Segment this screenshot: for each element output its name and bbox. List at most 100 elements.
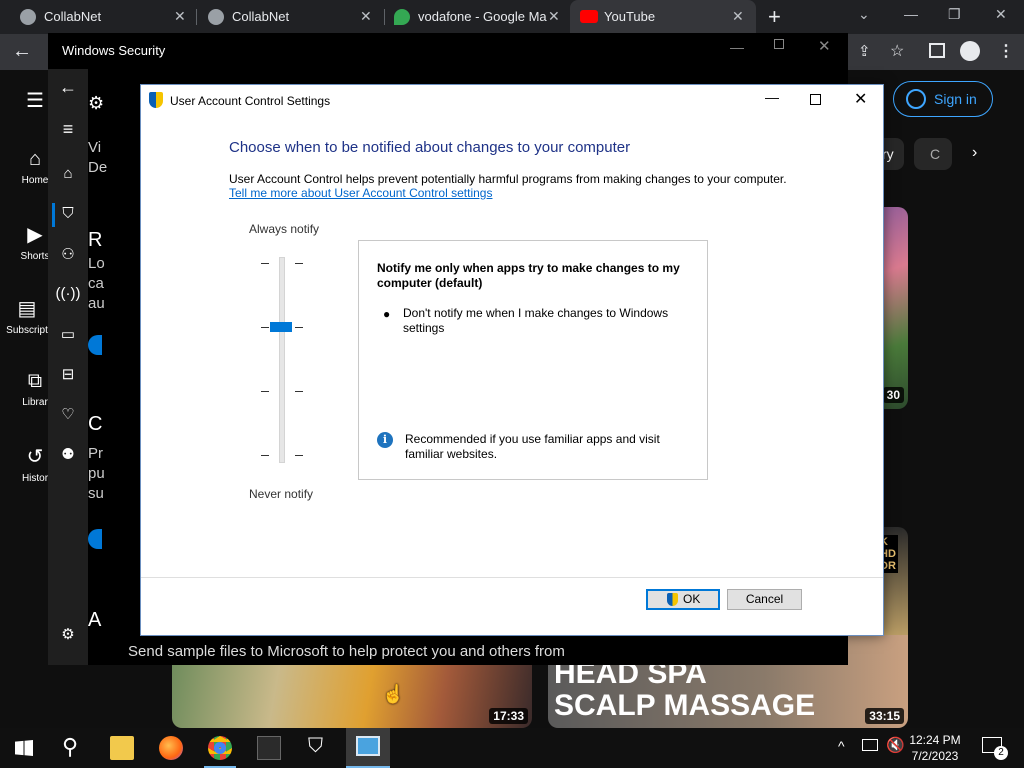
minimize-icon[interactable]: — [765, 89, 779, 105]
app-browser-icon[interactable]: ▭ [48, 325, 88, 343]
tab-label: YouTube [604, 9, 656, 24]
thumbnail-text: SCALP MASSAGE [554, 689, 816, 722]
firefox-icon[interactable] [159, 736, 183, 760]
slider-tick [261, 327, 269, 328]
account-icon[interactable]: ⚇ [48, 245, 88, 263]
minimize-icon[interactable]: — [904, 6, 918, 22]
slider-tick [295, 263, 303, 264]
section-heading: R [88, 229, 103, 251]
search-icon[interactable]: ⚲ [62, 734, 78, 760]
chevron-up-icon[interactable]: ^ [838, 738, 845, 754]
uac-settings-dialog: User Account Control Settings — ✕ Choose… [140, 84, 884, 636]
chrome-icon[interactable] [208, 736, 232, 760]
shield-icon[interactable]: ⛉ [48, 205, 88, 222]
side-panel-icon[interactable] [929, 43, 945, 58]
browser-tab[interactable]: vodafone - Google Ma ✕ [384, 0, 570, 34]
hamburger-menu-icon[interactable]: ≡ [48, 119, 88, 140]
window-title: Windows Security [62, 43, 166, 58]
settings-gear-icon[interactable]: ⚙ [48, 625, 88, 643]
taskbar-active-app[interactable] [346, 728, 390, 768]
network-icon[interactable] [862, 739, 878, 751]
restore-icon[interactable]: ❐ [948, 6, 961, 23]
cancel-button[interactable]: Cancel [727, 589, 802, 610]
ok-button[interactable]: OK [646, 589, 720, 610]
ok-label: OK [683, 592, 701, 606]
close-icon[interactable]: ✕ [818, 37, 831, 55]
hand-cursor-icon: ☝ [382, 684, 405, 704]
close-window-icon[interactable]: ✕ [995, 6, 1007, 23]
browser-tab-active[interactable]: YouTube ✕ [570, 0, 756, 34]
slider-tick [295, 455, 303, 456]
clock[interactable]: 12:24 PM 7/2/2023 [905, 732, 965, 764]
sign-in-button[interactable]: Sign in [893, 81, 993, 117]
hamburger-menu-icon[interactable]: ☰ [26, 88, 44, 113]
video-duration: 33:15 [865, 708, 904, 724]
share-icon[interactable]: ⇪ [858, 42, 871, 60]
globe-icon [20, 9, 36, 25]
learn-more-link[interactable]: Tell me more about User Account Control … [229, 186, 492, 200]
close-tab-icon[interactable]: ✕ [360, 8, 372, 25]
terminal-icon[interactable] [257, 736, 281, 760]
maximize-icon[interactable] [774, 39, 784, 49]
level-recommendation: Recommended if you use familiar apps and… [405, 432, 660, 461]
family-icon[interactable]: ⚉ [48, 445, 88, 463]
close-tab-icon[interactable]: ✕ [548, 8, 560, 25]
health-heart-icon[interactable]: ♡ [48, 405, 88, 423]
content-text: su [88, 485, 104, 502]
content-text: De [88, 159, 108, 176]
start-windows-icon[interactable] [15, 740, 33, 756]
close-icon[interactable]: ✕ [854, 89, 867, 109]
toggle-switch[interactable] [88, 529, 102, 549]
browser-tab[interactable]: CollabNet ✕ [0, 0, 196, 34]
maximize-icon[interactable] [810, 94, 821, 105]
subscriptions-icon: ▤ [17, 298, 37, 320]
bookmark-star-icon[interactable]: ☆ [890, 41, 904, 61]
menu-dots-icon[interactable]: ⋮ [998, 41, 1014, 61]
section-heading: A [88, 609, 102, 631]
profile-avatar-icon[interactable] [960, 41, 980, 61]
control-panel-icon [356, 736, 380, 756]
maps-pin-icon [394, 9, 410, 25]
info-icon: i [377, 432, 393, 448]
section-heading: C [88, 413, 103, 435]
file-explorer-icon[interactable] [110, 736, 134, 760]
dialog-description: User Account Control helps prevent poten… [229, 172, 787, 186]
chevron-down-icon[interactable]: ⌄ [858, 6, 870, 23]
content-text: pu [88, 465, 105, 482]
volume-muted-icon[interactable]: 🔇 [886, 736, 905, 754]
bullet-icon: ● [383, 307, 391, 321]
video-duration: 30 [882, 387, 904, 403]
back-arrow-icon[interactable]: ← [12, 40, 32, 63]
notification-level-slider[interactable] [279, 257, 285, 463]
wireless-icon[interactable]: ((·)) [48, 285, 88, 302]
gear-icon: ⚙ [88, 93, 105, 113]
chevron-right-icon[interactable]: › [972, 144, 977, 162]
close-tab-icon[interactable]: ✕ [732, 8, 744, 25]
slider-tick [261, 391, 269, 392]
uac-shield-icon [667, 593, 678, 606]
new-tab-button[interactable]: + [768, 4, 781, 30]
toggle-switch[interactable] [88, 335, 102, 355]
sidebar-label: Home [21, 175, 49, 186]
slider-thumb[interactable] [270, 322, 292, 332]
sidebar-label: Histor [21, 473, 49, 484]
globe-icon [208, 9, 224, 25]
laptop-icon[interactable]: ⊟ [48, 365, 88, 383]
slider-tick [261, 263, 269, 264]
minimize-icon[interactable]: — [730, 39, 744, 55]
dialog-heading: Choose when to be notified about changes… [229, 139, 631, 156]
tab-label: CollabNet [232, 9, 290, 24]
browser-tab[interactable]: CollabNet ✕ [196, 0, 384, 34]
close-tab-icon[interactable]: ✕ [174, 8, 186, 25]
home-icon[interactable]: ⌂ [48, 165, 88, 182]
level-description-box: Notify me only when apps try to make cha… [358, 240, 708, 480]
dialog-title: User Account Control Settings [170, 94, 331, 108]
filter-chip[interactable]: C [914, 138, 952, 170]
slider-tick [295, 391, 303, 392]
account-icon [906, 89, 926, 109]
back-arrow-icon[interactable]: ← [48, 77, 88, 98]
sidebar-item-subscriptions[interactable]: ▤ Subscript [3, 296, 51, 336]
windows-security-shield-icon[interactable]: ⛉ [308, 735, 323, 758]
content-text: Send sample files to Microsoft to help p… [128, 643, 565, 660]
youtube-icon [580, 10, 598, 23]
